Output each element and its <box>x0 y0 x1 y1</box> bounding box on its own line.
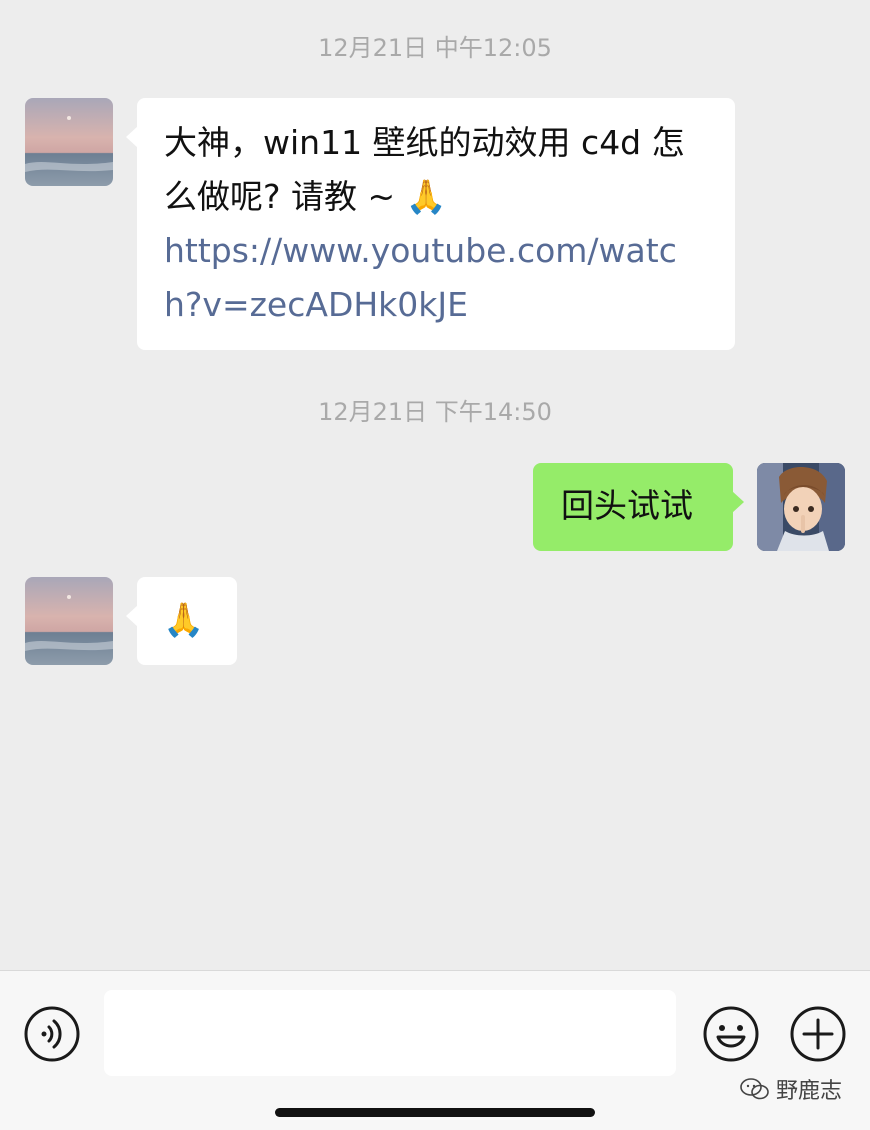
my-avatar[interactable] <box>757 463 845 551</box>
youtube-link[interactable]: https://www.youtube.com/watch?v=zecADHk0… <box>164 224 709 332</box>
watermark: 野鹿志 <box>740 1073 842 1105</box>
anime-character-avatar-image <box>757 463 845 551</box>
home-indicator <box>275 1108 595 1117</box>
incoming-message-bubble[interactable]: 大神，win11 壁纸的动效用 c4d 怎么做呢? 请教 ~ 🙏 https:/… <box>126 98 735 350</box>
voice-button[interactable] <box>23 1005 81 1063</box>
voice-icon <box>24 1006 80 1062</box>
timestamp: 12月21日 下午14:50 <box>318 398 552 426</box>
contact-avatar[interactable] <box>25 577 113 665</box>
sunset-sea-avatar-image <box>25 98 113 186</box>
outgoing-message-bubble[interactable]: 回头试试 <box>533 463 744 551</box>
message-text: 回头试试 <box>561 486 693 525</box>
bubble-tail <box>126 126 138 148</box>
pray-emoji: 🙏 <box>405 177 447 216</box>
plus-icon <box>790 1006 846 1062</box>
sunset-sea-avatar-image <box>25 577 113 665</box>
chat-input-bar: 野鹿志 <box>0 970 870 1130</box>
message-text: 大神，win11 壁纸的动效用 c4d 怎么做呢? 请教 ~ 🙏 <box>164 123 685 216</box>
contact-avatar[interactable] <box>25 98 113 186</box>
bubble-tail <box>126 605 138 627</box>
watermark-text: 野鹿志 <box>775 1079 842 1104</box>
more-button[interactable] <box>789 1005 847 1063</box>
bubble-tail <box>732 491 744 513</box>
emoji-icon <box>703 1006 759 1062</box>
incoming-message-bubble[interactable]: 🙏 <box>126 577 237 665</box>
emoji-button[interactable] <box>702 1005 760 1063</box>
wechat-logo-icon <box>740 1078 769 1100</box>
timestamp: 12月21日 中午12:05 <box>318 34 552 62</box>
pray-emoji: 🙏 <box>163 600 205 639</box>
message-input[interactable] <box>104 990 676 1076</box>
